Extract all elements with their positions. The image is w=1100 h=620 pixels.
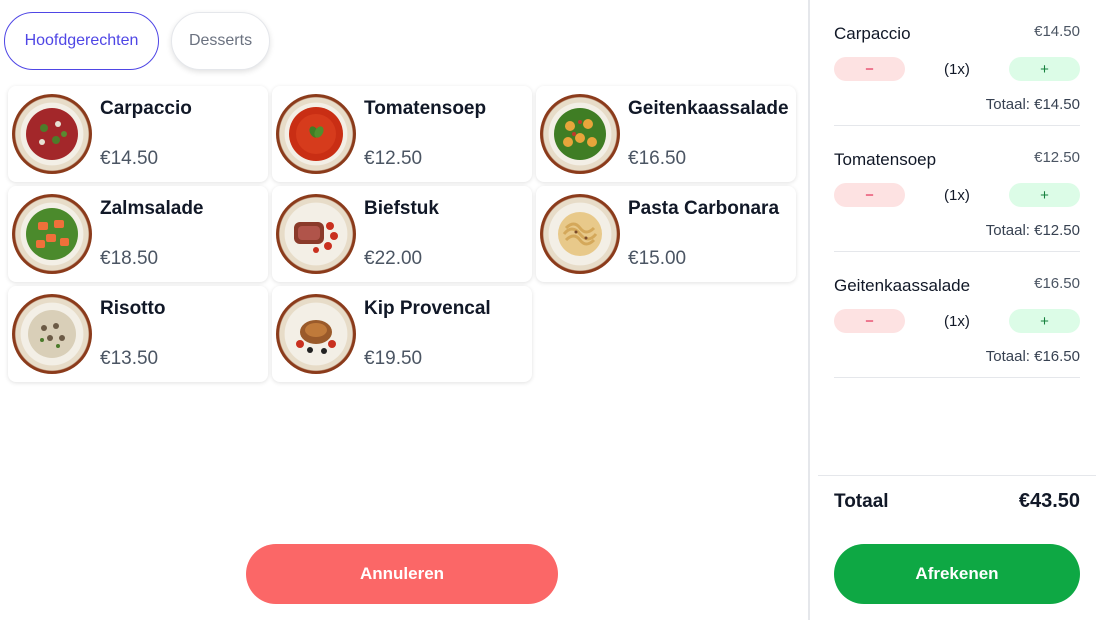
tomatensoep-image (276, 94, 356, 174)
menu-item-name: Biefstuk (364, 198, 439, 219)
menu-item-name: Pasta Carbonara (628, 198, 780, 219)
checkout-button[interactable]: Afrekenen (834, 544, 1080, 604)
biefstuk-image (276, 194, 356, 274)
geitenkaassalade-image (540, 94, 620, 174)
menu-item-price: €14.50 (100, 148, 159, 169)
menu-item-price: €13.50 (100, 348, 159, 369)
order-item-price: €14.50 (1034, 23, 1080, 40)
order-panel: Carpaccio €14.50 − (1x) + Totaal: €14.50… (818, 0, 1096, 620)
menu-item-price: €18.50 (100, 248, 159, 269)
menu-item-name: Tomatensoep (364, 98, 487, 119)
decrease-quantity-button[interactable]: − (834, 57, 905, 81)
pasta-carbonara-image (540, 194, 620, 274)
order-item-quantity: (1x) (944, 61, 970, 78)
decrease-quantity-button[interactable]: − (834, 309, 905, 333)
increase-quantity-button[interactable]: + (1009, 57, 1080, 81)
menu-item-price: €22.00 (364, 248, 423, 269)
menu-item-price: €15.00 (628, 248, 687, 269)
menu-item-name: Carpaccio (100, 98, 192, 119)
menu-item-name: Kip Provencal (364, 298, 491, 319)
tab-desserts[interactable]: Desserts (171, 12, 270, 70)
panel-divider (808, 0, 810, 620)
order-item-geitenkaassalade: Geitenkaassalade €16.50 − (1x) + Totaal:… (834, 252, 1080, 378)
risotto-image (12, 294, 92, 374)
order-item-total: Totaal: €16.50 (985, 348, 1080, 365)
menu-item-carpaccio[interactable]: Carpaccio €14.50 (8, 86, 268, 182)
order-item-price: €12.50 (1034, 149, 1080, 166)
decrease-quantity-button[interactable]: − (834, 183, 905, 207)
increase-quantity-button[interactable]: + (1009, 183, 1080, 207)
order-item-name: Geitenkaassalade (834, 276, 971, 295)
menu-item-price: €12.50 (364, 148, 423, 169)
menu-item-kip-provencal[interactable]: Kip Provencal €19.50 (272, 286, 532, 382)
kip-provencal-image (276, 294, 356, 374)
menu-item-name: Geitenkaassalade (628, 98, 789, 119)
menu-item-name: Risotto (100, 298, 166, 319)
menu-item-risotto[interactable]: Risotto €13.50 (8, 286, 268, 382)
menu-item-tomatensoep[interactable]: Tomatensoep €12.50 (272, 86, 532, 182)
order-total-label: Totaal (834, 491, 889, 512)
menu-item-pasta-carbonara[interactable]: Pasta Carbonara €15.00 (536, 186, 796, 282)
order-item-quantity: (1x) (944, 313, 970, 330)
menu-item-geitenkaassalade[interactable]: Geitenkaassalade €16.50 (536, 86, 796, 182)
menu-grid: Carpaccio €14.50 Tomatensoep €12.50 Geit… (8, 86, 796, 382)
carpaccio-image (12, 94, 92, 174)
order-item-tomatensoep: Tomatensoep €12.50 − (1x) + Totaal: €12.… (834, 126, 1080, 252)
menu-item-zalmsalade[interactable]: Zalmsalade €18.50 (8, 186, 268, 282)
total-separator (818, 475, 1096, 476)
menu-item-price: €19.50 (364, 348, 423, 369)
order-total-value: €43.50 (1018, 490, 1080, 512)
menu-panel: Hoofdgerechten Desserts Carpaccio €14.50… (0, 0, 808, 620)
order-item-name: Carpaccio (834, 24, 911, 43)
order-item-quantity: (1x) (944, 187, 970, 204)
cancel-button[interactable]: Annuleren (246, 544, 558, 604)
order-item-name: Tomatensoep (834, 150, 937, 169)
menu-item-biefstuk[interactable]: Biefstuk €22.00 (272, 186, 532, 282)
menu-item-price: €16.50 (628, 148, 687, 169)
order-item-price: €16.50 (1034, 275, 1080, 292)
order-item-carpaccio: Carpaccio €14.50 − (1x) + Totaal: €14.50 (834, 0, 1080, 126)
menu-item-name: Zalmsalade (100, 198, 204, 219)
increase-quantity-button[interactable]: + (1009, 309, 1080, 333)
tab-hoofdgerechten[interactable]: Hoofdgerechten (4, 12, 159, 70)
category-tabs: Hoofdgerechten Desserts (4, 12, 270, 70)
order-item-total: Totaal: €12.50 (985, 222, 1080, 239)
zalmsalade-image (12, 194, 92, 274)
order-item-total: Totaal: €14.50 (985, 96, 1080, 113)
